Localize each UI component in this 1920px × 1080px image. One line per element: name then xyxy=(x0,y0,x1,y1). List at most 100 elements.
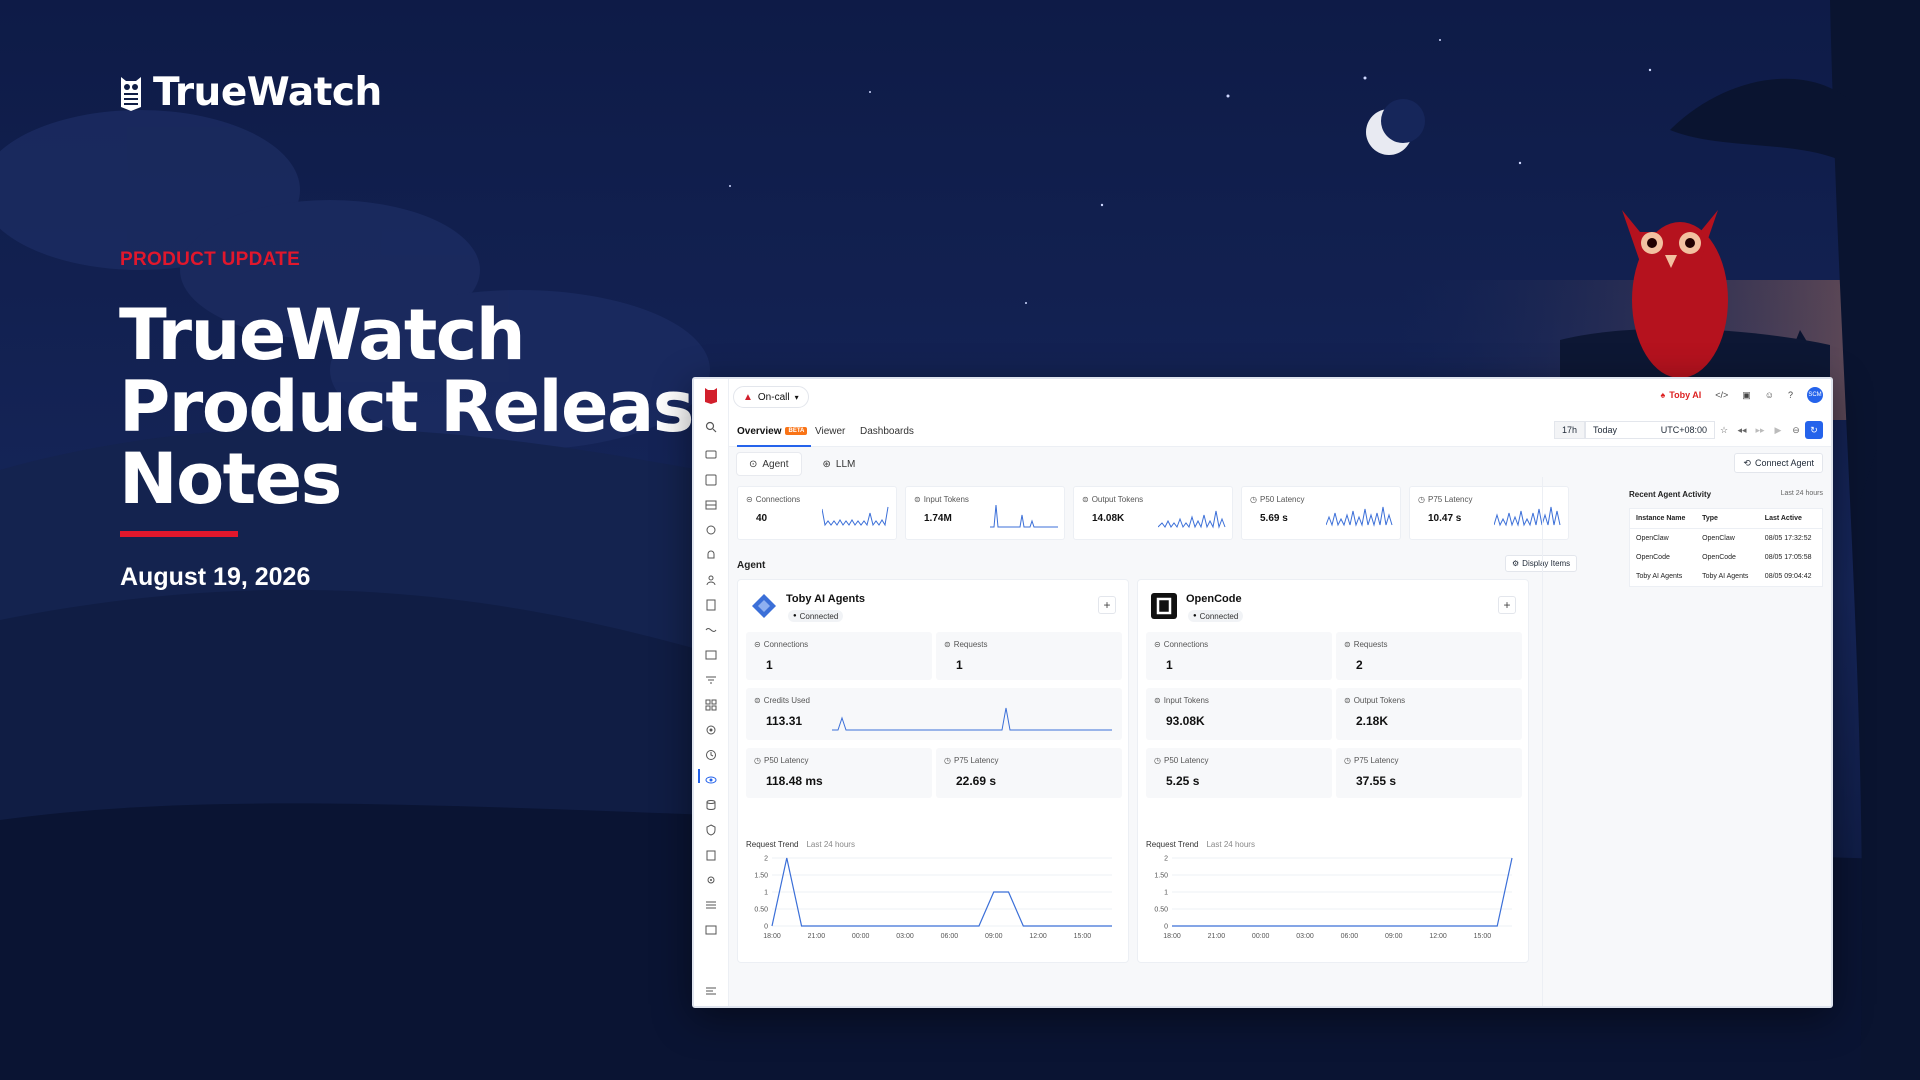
filter-icon[interactable] xyxy=(705,674,717,686)
y-tick-label: 0 xyxy=(1164,924,1168,931)
table-cell: Toby AI Agents xyxy=(1636,573,1683,580)
table-cell: OpenClaw xyxy=(1636,535,1669,542)
trend-subtitle: Last 24 hours xyxy=(1206,840,1255,849)
time-range-chip[interactable]: 17h xyxy=(1553,421,1585,439)
sliders-icon[interactable] xyxy=(705,899,717,911)
metric-label: ⊝ Connections xyxy=(1154,640,1208,649)
refresh-icon[interactable]: ↻ xyxy=(1805,421,1823,439)
message-icon[interactable] xyxy=(705,449,717,461)
tab-overview[interactable]: Overview BETA xyxy=(737,426,808,437)
subtab-agent[interactable]: ⊙ Agent xyxy=(737,453,801,475)
y-tick-label: 2 xyxy=(764,856,768,863)
database-icon[interactable] xyxy=(705,799,717,811)
x-tick-label: 15:00 xyxy=(1474,933,1492,940)
tab-dashboards[interactable]: Dashboards xyxy=(860,426,914,437)
metric-label-text: P50 Latency xyxy=(763,756,809,765)
database-icon: ⊜ xyxy=(754,696,761,705)
link-icon: ⊝ xyxy=(1154,640,1161,649)
tab-viewer[interactable]: Viewer xyxy=(815,426,845,437)
inbox-icon[interactable] xyxy=(705,499,717,511)
metric-card: ⊜ Input Tokens 93.08K xyxy=(1146,688,1332,740)
shield-icon[interactable] xyxy=(705,824,717,836)
building-icon[interactable] xyxy=(705,849,717,861)
metric-label: ◷ P75 Latency xyxy=(944,756,998,765)
kpi-label-text: P50 Latency xyxy=(1259,495,1305,504)
table-cell: Toby AI Agents xyxy=(1702,573,1749,580)
add-button[interactable]: + xyxy=(1498,596,1516,614)
add-button[interactable]: + xyxy=(1098,596,1116,614)
clock-icon[interactable] xyxy=(705,749,717,761)
status-text: Connected xyxy=(1199,611,1239,621)
sparkline-input-tokens xyxy=(990,504,1058,528)
x-tick-label: 15:00 xyxy=(1074,933,1092,940)
kpi-label-text: P75 Latency xyxy=(1427,495,1473,504)
rewind-icon[interactable]: ◂◂ xyxy=(1733,421,1751,439)
zoom-icon[interactable]: ⊖ xyxy=(1787,421,1805,439)
metric-card: ⊜ Requests 2 xyxy=(1336,632,1522,680)
target-icon[interactable] xyxy=(705,724,717,736)
kpi-card: ⊝ Connections 40 xyxy=(737,486,897,540)
subtab-agent-label: Agent xyxy=(762,458,789,470)
code-icon[interactable]: </> xyxy=(1715,390,1728,400)
table-row[interactable]: OpenClaw OpenClaw 08/05 17:32:52 xyxy=(1630,529,1823,549)
settings-icon[interactable] xyxy=(705,874,717,886)
metric-value: 37.55 s xyxy=(1356,774,1397,788)
sidebar xyxy=(694,379,729,1006)
sparkline-p50-latency xyxy=(1326,506,1393,527)
metric-label-text: P75 Latency xyxy=(1353,756,1399,765)
kpi-label: ⊝ Connections xyxy=(746,495,800,504)
person-icon[interactable]: ☺ xyxy=(1765,390,1774,400)
table-row[interactable]: Toby AI Agents Toby AI Agents 08/05 09:04:… xyxy=(1630,567,1823,587)
play-icon[interactable]: ▶ xyxy=(1769,421,1787,439)
user-icon: ▲ xyxy=(743,391,753,403)
agent-eye-icon[interactable] xyxy=(705,774,717,786)
top-bar: ▲ On-call ▾ ♠ Toby AI </> ▣ ☺ ? SCM xyxy=(729,379,1831,417)
table-row[interactable]: OpenCode OpenCode 08/05 17:05:58 xyxy=(1630,548,1823,567)
star-icon[interactable]: ☆ xyxy=(1715,421,1733,439)
metric-value: 2.18K xyxy=(1356,714,1389,728)
clock-icon: ◷ xyxy=(1250,495,1257,504)
main-tabs: Overview BETA Viewer Dashboards 17h Today… xyxy=(729,417,1831,447)
metric-label-text: Requests xyxy=(953,640,988,649)
forward-icon[interactable]: ▸▸ xyxy=(1751,421,1769,439)
kpi-value: 40 xyxy=(756,513,768,524)
bell-icon[interactable] xyxy=(705,549,717,561)
help-icon[interactable]: ? xyxy=(1788,390,1793,400)
oncall-dropdown[interactable]: ▲ On-call ▾ xyxy=(733,386,809,408)
time-preset-select[interactable]: Today UTC+08:00 xyxy=(1585,421,1715,439)
clock-icon: ◷ xyxy=(754,756,761,765)
timezone-label: UTC+08:00 xyxy=(1660,425,1707,435)
screen-icon[interactable]: ▣ xyxy=(1742,390,1751,401)
column-header[interactable]: Instance Name xyxy=(1629,508,1697,529)
trend-title-text: Request Trend xyxy=(746,840,799,849)
column-header[interactable]: Last Active xyxy=(1758,508,1823,529)
release-date: August 19, 2026 xyxy=(120,563,311,591)
archive-icon[interactable] xyxy=(705,924,717,936)
metric-label-text: P75 Latency xyxy=(953,756,999,765)
menu-collapse-icon[interactable] xyxy=(705,985,717,997)
toby-ai-button[interactable]: ♠ Toby AI xyxy=(1660,390,1701,400)
image-icon[interactable] xyxy=(705,649,717,661)
avatar[interactable]: SCM xyxy=(1807,387,1823,403)
x-tick-label: 00:00 xyxy=(852,933,870,940)
link-icon: ⊝ xyxy=(754,640,761,649)
dashboard-icon[interactable] xyxy=(705,474,717,486)
metric-card: ◷ P75 Latency 37.55 s xyxy=(1336,748,1522,798)
clock-icon: ◷ xyxy=(944,756,951,765)
file-icon[interactable] xyxy=(705,599,717,611)
connect-agent-button[interactable]: ⟲ Connect Agent xyxy=(1734,453,1823,473)
scan-icon[interactable] xyxy=(705,524,717,536)
request-trend-chart: 0 0.50 1 1.50 2 18:00 21:00 00:00 03:00 06:00 09:0… xyxy=(754,856,1112,940)
activity-table: Instance Name Type Last Active OpenClaw O… xyxy=(1629,508,1823,587)
search-icon[interactable] xyxy=(705,421,717,433)
title-line: Product Release xyxy=(119,366,740,448)
recent-subtitle: Last 24 hours xyxy=(1780,490,1823,497)
sparkline-output-tokens xyxy=(1158,510,1226,529)
metric-label: ⊜ Credits Used xyxy=(754,696,810,705)
column-header[interactable]: Type xyxy=(1696,508,1759,529)
subtab-llm[interactable]: ⊛ LLM xyxy=(811,453,868,475)
kpi-value: 10.47 s xyxy=(1428,513,1462,524)
group-icon[interactable] xyxy=(705,574,717,586)
grid-icon[interactable] xyxy=(705,699,717,711)
wave-icon[interactable] xyxy=(705,624,717,636)
